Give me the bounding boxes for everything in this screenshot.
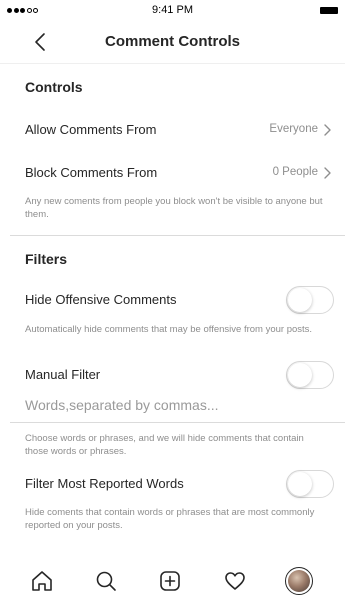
manual-filter-helper-text: Choose words or phrases, and we will hid…	[25, 433, 304, 457]
manual-filter-label: Manual Filter	[25, 367, 101, 382]
manual-filter-input[interactable]	[25, 394, 315, 416]
status-bar: 9:41 PM	[0, 0, 345, 20]
avatar-image	[287, 570, 310, 592]
tab-activity[interactable]	[217, 563, 253, 599]
block-comments-label: Block Comments From	[25, 165, 158, 180]
search-icon	[96, 571, 117, 591]
tab-profile[interactable]	[281, 563, 317, 599]
home-icon	[32, 571, 52, 591]
allow-comments-label: Allow Comments From	[25, 122, 157, 137]
hide-offensive-label: Hide Offensive Comments	[25, 292, 177, 307]
allow-comments-row[interactable]: Allow Comments From Everyone	[0, 115, 345, 145]
block-comments-helper-text: Any new coments from people you block wo…	[25, 196, 323, 220]
block-comments-value: 0 People	[272, 166, 318, 178]
section-divider	[10, 422, 345, 423]
tab-home[interactable]	[24, 563, 60, 599]
toggle-knob	[288, 472, 312, 496]
profile-avatar	[284, 567, 313, 595]
battery-icon	[320, 7, 338, 14]
manual-filter-toggle[interactable]	[286, 361, 334, 389]
most-reported-toggle[interactable]	[286, 470, 334, 498]
hide-offensive-helper-text: Automatically hide comments that may be …	[25, 324, 313, 335]
filters-section-header: Filters	[25, 251, 68, 267]
chevron-right-icon	[324, 167, 331, 179]
tab-bar	[0, 559, 345, 603]
controls-section-header: Controls	[25, 79, 83, 95]
heart-icon	[224, 572, 245, 590]
tab-add-post[interactable]	[152, 563, 188, 599]
status-time: 9:41 PM	[152, 4, 193, 16]
block-comments-row[interactable]: Block Comments From 0 People	[0, 158, 345, 188]
page-title: Comment Controls	[105, 33, 240, 50]
hide-offensive-toggle[interactable]	[286, 286, 334, 314]
most-reported-label: Filter Most Reported Words	[25, 476, 184, 491]
toggle-knob	[288, 288, 312, 312]
nav-bar: Comment Controls	[0, 20, 345, 64]
toggle-knob	[288, 363, 312, 387]
add-post-icon	[160, 571, 181, 591]
tab-search[interactable]	[88, 563, 124, 599]
section-divider	[10, 235, 345, 236]
allow-comments-value: Everyone	[269, 123, 318, 135]
most-reported-helper-text: Hide coments that contain words or phras…	[25, 507, 315, 531]
chevron-right-icon	[324, 124, 331, 136]
